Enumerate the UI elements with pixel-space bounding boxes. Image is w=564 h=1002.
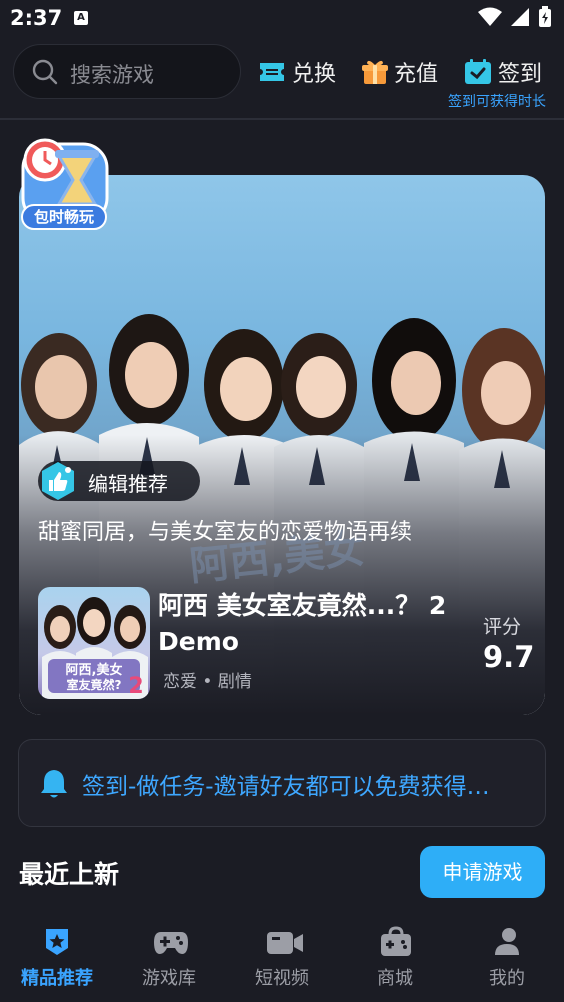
signin-button[interactable]: 签到 [464, 57, 542, 87]
game-cover-image[interactable]: 阿西,美女 室友竟然? 2 [38, 587, 150, 699]
cover-illustration: 阿西,美女 室友竟然? 2 [42, 597, 148, 699]
section-title: 最近上新 [19, 860, 120, 889]
search-placeholder: 搜索游戏 [70, 63, 154, 87]
nav-label-profile: 我的 [489, 968, 525, 989]
notification-icon: A [74, 11, 88, 25]
nav-item-library[interactable]: 游戏库 [119, 914, 219, 1002]
signal-icon [511, 8, 529, 26]
signin-hint: 签到可获得时长 [448, 94, 546, 110]
nav-label-library: 游戏库 [142, 968, 196, 989]
bell-icon [41, 770, 67, 798]
nav-item-videos[interactable]: 短视频 [232, 914, 332, 1002]
status-time: 2:37 [10, 6, 63, 30]
editor-pick-tag: 编辑推荐 [38, 461, 200, 501]
gift-icon [362, 60, 388, 84]
gamepad-icon [154, 932, 188, 954]
shop-icon [381, 926, 411, 956]
notice-text: 签到-做任务-邀请好友都可以免费获得… [82, 774, 490, 800]
status-bar: 2:37 A [0, 0, 564, 38]
nav-item-featured[interactable]: 精品推荐 [7, 914, 107, 1002]
nav-label-featured: 精品推荐 [21, 968, 93, 989]
signin-label: 签到 [498, 62, 543, 87]
cover-text-1: 阿西,美女 [66, 662, 123, 678]
search-input[interactable]: 搜索游戏 [13, 44, 241, 99]
recharge-button[interactable]: 充值 [362, 57, 438, 87]
game-title[interactable]: 阿西 美女室友竟然...？ 2 Demo [158, 588, 468, 660]
calendar-check-icon [465, 59, 491, 84]
exchange-label: 兑换 [292, 62, 337, 87]
status-icons [478, 6, 552, 28]
divider [0, 118, 564, 120]
wifi-icon [478, 7, 502, 26]
bottom-nav: 精品推荐 游戏库 短视频 商城 我的 [0, 914, 564, 1002]
thumbs-up-icon [42, 462, 74, 500]
nav-item-profile[interactable]: 我的 [457, 914, 557, 1002]
ticket-icon [260, 63, 284, 81]
exchange-button[interactable]: 兑换 [258, 57, 336, 87]
battery-icon [539, 6, 551, 27]
svg-text:2: 2 [128, 674, 143, 699]
score-label: 评分 [483, 616, 522, 638]
search-icon [32, 59, 58, 85]
profile-icon [495, 928, 519, 955]
recharge-label: 充值 [394, 62, 439, 87]
nav-label-videos: 短视频 [255, 968, 309, 989]
star-badge-icon [46, 929, 68, 955]
cover-text-2: 室友竟然? [67, 677, 122, 692]
score-value: 9.7 [483, 640, 535, 674]
game-tags: 恋爱 • 剧情 [163, 672, 252, 692]
apply-game-button[interactable]: 申请游戏 [420, 846, 545, 898]
nav-item-shop[interactable]: 商城 [345, 914, 445, 1002]
notice-bar[interactable]: 签到-做任务-邀请好友都可以免费获得… [18, 739, 546, 827]
editor-pick-label: 编辑推荐 [88, 472, 168, 496]
banner-description: 甜蜜同居，与美女室友的恋爱物语再续 [38, 520, 413, 545]
nav-label-shop: 商城 [377, 968, 413, 989]
video-camera-icon [267, 932, 303, 954]
timeplay-badge: 包时畅玩 [21, 204, 107, 230]
